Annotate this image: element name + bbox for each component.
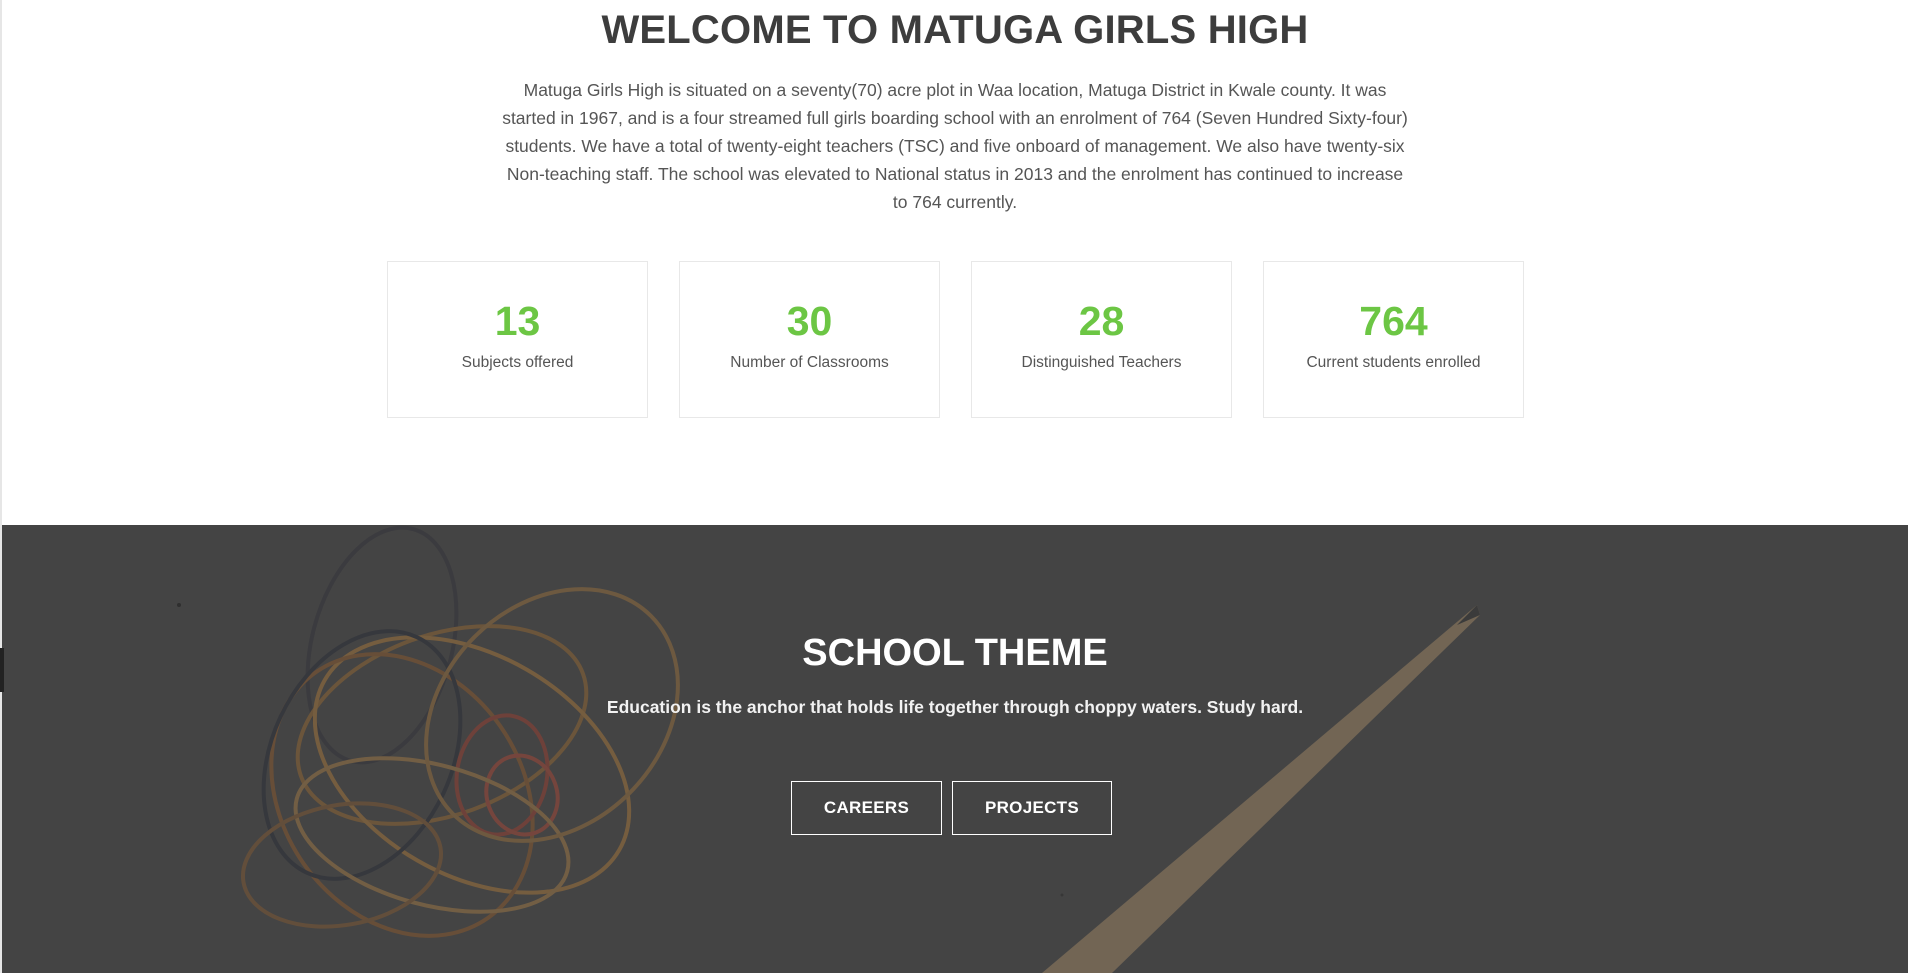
stat-label: Distinguished Teachers (1021, 354, 1182, 371)
stats-row: 13 Subjects offered 30 Number of Classro… (387, 261, 1527, 420)
stat-card-teachers: 28 Distinguished Teachers (971, 261, 1232, 418)
stat-value: 13 (494, 298, 541, 344)
stat-label: Subjects offered (461, 354, 574, 371)
stat-value: 30 (786, 298, 833, 344)
theme-title: SCHOOL THEME (802, 632, 1108, 674)
careers-button[interactable]: CAREERS (791, 781, 942, 835)
welcome-section: WELCOME TO MATUGA GIRLS HIGH Matuga Girl… (2, 0, 1908, 525)
welcome-title: WELCOME TO MATUGA GIRLS HIGH (601, 8, 1309, 52)
page: WELCOME TO MATUGA GIRLS HIGH Matuga Girl… (0, 0, 1908, 973)
side-tab-handle[interactable] (0, 648, 4, 692)
projects-button[interactable]: PROJECTS (952, 781, 1112, 835)
school-theme-section: SCHOOL THEME Education is the anchor tha… (2, 525, 1908, 973)
stat-card-classrooms: 30 Number of Classrooms (679, 261, 940, 418)
stat-card-students: 764 Current students enrolled (1263, 261, 1524, 418)
stat-card-subjects: 13 Subjects offered (387, 261, 648, 418)
theme-subtitle: Education is the anchor that holds life … (606, 697, 1304, 717)
stat-label: Number of Classrooms (730, 354, 889, 371)
stat-label: Current students enrolled (1306, 354, 1481, 371)
stat-value: 28 (1078, 298, 1125, 344)
welcome-description: Matuga Girls High is situated on a seven… (502, 80, 1408, 212)
stat-value: 764 (1359, 298, 1428, 344)
background-overlay (2, 525, 1908, 973)
